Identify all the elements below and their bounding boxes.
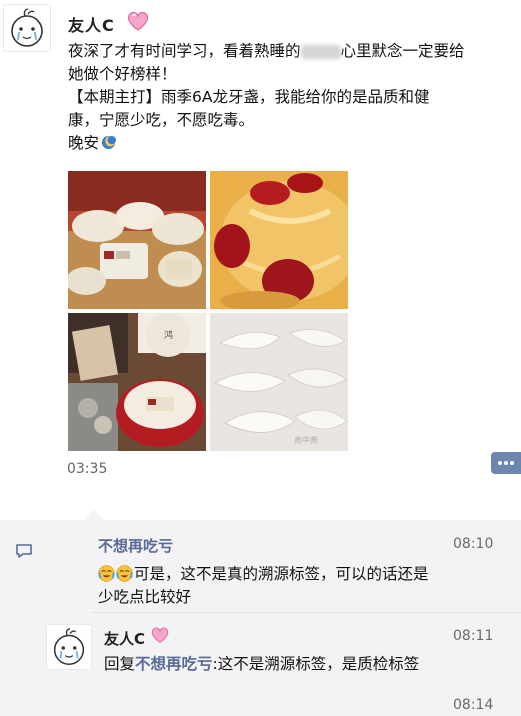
comments-pointer (84, 510, 104, 520)
post-text-1b: 心里默念一定要给 (340, 42, 465, 60)
post-text-line-4: 康，宁愿少吃，不愿吃毒。 (68, 111, 255, 129)
more-dots-icon-2 (504, 461, 508, 465)
comment-1-author[interactable]: 不想再吃亏 (98, 535, 173, 556)
crying-laugh-emoji-icon (98, 565, 115, 582)
photo-2[interactable] (210, 171, 348, 309)
post-text-line-2: 她做个好榜样！ (68, 65, 177, 83)
more-dots-icon-3 (510, 461, 514, 465)
post-text-1a: 夜深了才有时间学习，看着熟睡的 (68, 42, 301, 60)
goodnight-text: 晚安 (68, 134, 100, 152)
photo-1[interactable] (68, 171, 206, 309)
comment-1-line-2: 少吃点比较好 (98, 588, 192, 606)
comment-icon (16, 544, 32, 558)
post-time: 03:35 (67, 461, 108, 477)
pink-heart-icon (127, 11, 149, 31)
moon-emoji-icon (101, 135, 117, 150)
crying-laugh-emoji-icon-2 (116, 565, 133, 582)
author-name[interactable]: 友人C (68, 12, 115, 36)
comment-1-text: 可是，这不是真的溯源标签，可以的话还是 少吃点比较好 (98, 563, 508, 609)
photo-3-label: 鸿 (164, 329, 173, 341)
post-text: 夜深了才有时间学习，看着熟睡的 心里默念一定要给 她做个好榜样！ 【本期主打】雨季… (68, 40, 514, 155)
blurred-name (300, 44, 341, 59)
reply-to-link[interactable]: 不想再吃亏 (135, 655, 213, 673)
more-dots-button[interactable] (491, 452, 521, 474)
comment-2-time: 08:11 (453, 628, 494, 644)
post-text-line-1: 夜深了才有时间学习，看着熟睡的 心里默念一定要给 (68, 40, 514, 63)
comment-2-avatar[interactable] (46, 624, 92, 670)
comment-divider (91, 612, 521, 613)
moments-post: 友人C 夜深了才有时间学习，看着熟睡的 心里默念一定要给 她做个好榜样！ 【本期主… (0, 0, 521, 495)
cartoon-avatar-icon (4, 5, 50, 51)
comment-2-body: :这不是溯源标签，是质检标签 (212, 655, 420, 673)
photo-3[interactable]: 鸿 (68, 313, 206, 451)
photo-4-watermark: 燕中燕 (294, 435, 318, 445)
comment-1-line-1: 可是，这不是真的溯源标签，可以的话还是 (134, 565, 429, 583)
comment-3-time: 08:14 (453, 697, 494, 713)
comments-area (0, 520, 521, 716)
post-text-line-5: 晚安 (68, 132, 514, 155)
photo-4[interactable]: 燕中燕 (210, 313, 348, 451)
comment-1-time: 08:10 (453, 536, 494, 552)
comment-2-author[interactable]: 友人C (104, 628, 145, 649)
reply-prefix: 回复 (104, 655, 136, 673)
pink-heart-icon-small (151, 627, 169, 643)
more-dots-icon (498, 461, 502, 465)
post-text-line-3: 【本期主打】雨季6A龙牙盏，我能给你的是品质和健 (68, 88, 430, 106)
cartoon-avatar-icon-small (47, 625, 91, 669)
author-avatar[interactable] (3, 4, 51, 52)
comment-2-text: 回复不想再吃亏:这不是溯源标签，是质检标签 (104, 653, 514, 676)
